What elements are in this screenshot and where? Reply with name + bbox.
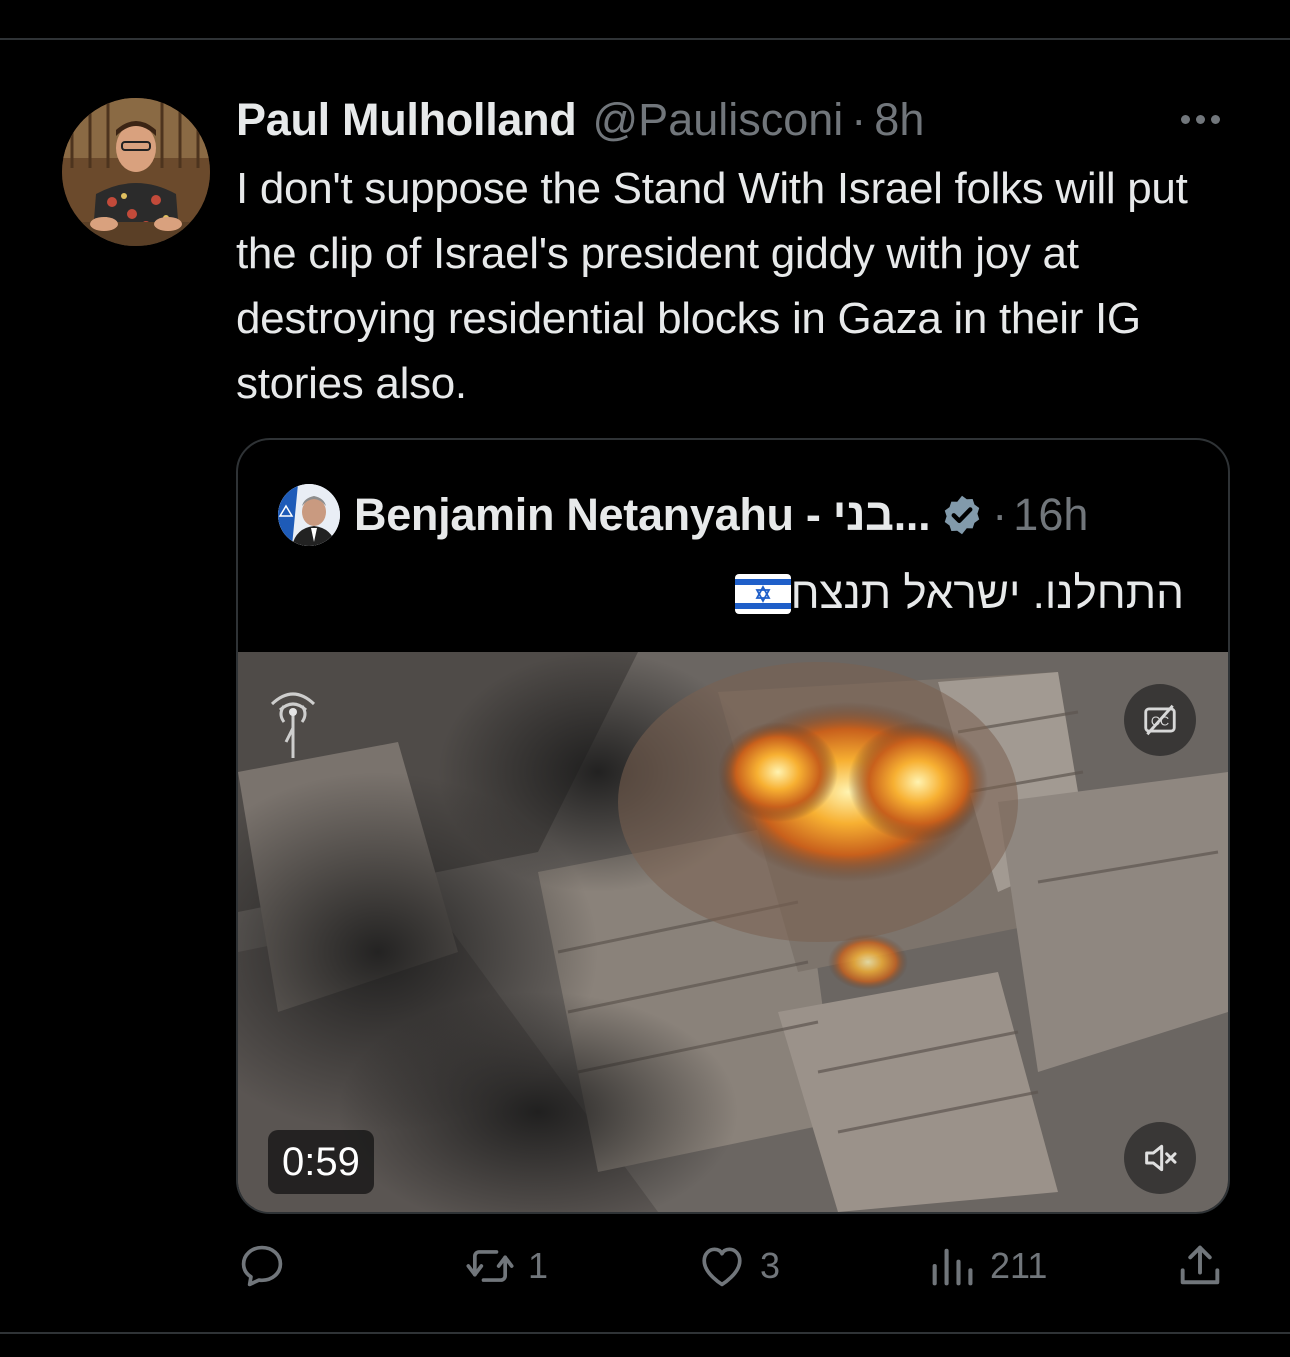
more-options-icon[interactable] [1172,100,1228,138]
video-frame [238,652,1228,1212]
retweet-icon [466,1250,514,1282]
closed-captions-button[interactable]: CC [1124,684,1196,756]
views-chart-icon [932,1248,973,1286]
views-count: 211 [990,1245,1048,1286]
quoted-tweet-text-row: התחלנו. ישראל תנצח [715,564,1184,624]
broadcast-watermark-icon [270,692,316,758]
quoted-tweet-text: התחלנו. ישראל תנצח [790,569,1184,618]
reply-icon [241,1245,283,1287]
reply-button[interactable] [236,1236,300,1296]
tweet-text: I don't suppose the Stand With Israel fo… [236,164,1188,408]
top-divider [0,38,1290,40]
share-button[interactable] [1174,1236,1226,1296]
israel-flag-icon [734,574,791,614]
closed-captions-off-icon: CC [1144,704,1176,736]
author-handle[interactable]: @Paulisconi [593,94,844,146]
author-name[interactable]: Paul Mulholland [236,94,577,146]
video-player[interactable]: CC 0:59 [238,652,1228,1212]
header-separator: · [851,94,867,145]
retweet-count: 1 [528,1245,549,1286]
heart-icon [702,1247,742,1287]
quoted-tweet[interactable]: Benjamin Netanyahu - בני... · 16h התחלנו… [236,438,1230,1214]
quoted-tweet-timestamp[interactable]: 16h [1013,489,1088,541]
verified-badge-icon [945,495,980,535]
author-avatar[interactable] [62,98,210,246]
like-count: 3 [760,1245,781,1286]
bottom-divider [0,1332,1290,1334]
video-duration: 0:59 [268,1130,374,1194]
like-button[interactable]: 3 [696,1236,780,1296]
retweet-button[interactable]: 1 [464,1236,548,1296]
tweet-header: Paul Mulholland @Paulisconi · 8h [236,92,924,148]
volume-muted-icon [1145,1144,1177,1172]
tweet-timestamp[interactable]: 8h [874,94,924,146]
quoted-author-avatar [278,484,340,546]
quoted-author-name[interactable]: Benjamin Netanyahu - בני... [354,489,931,541]
views-button[interactable]: 211 [926,1236,1047,1296]
share-icon [1180,1245,1220,1285]
quoted-tweet-header: Benjamin Netanyahu - בני... · 16h [278,484,1088,546]
tweet-actions: 1 3 211 [236,1236,1226,1296]
quoted-header-separator: · [992,489,1008,540]
mute-toggle-button[interactable] [1124,1122,1196,1194]
